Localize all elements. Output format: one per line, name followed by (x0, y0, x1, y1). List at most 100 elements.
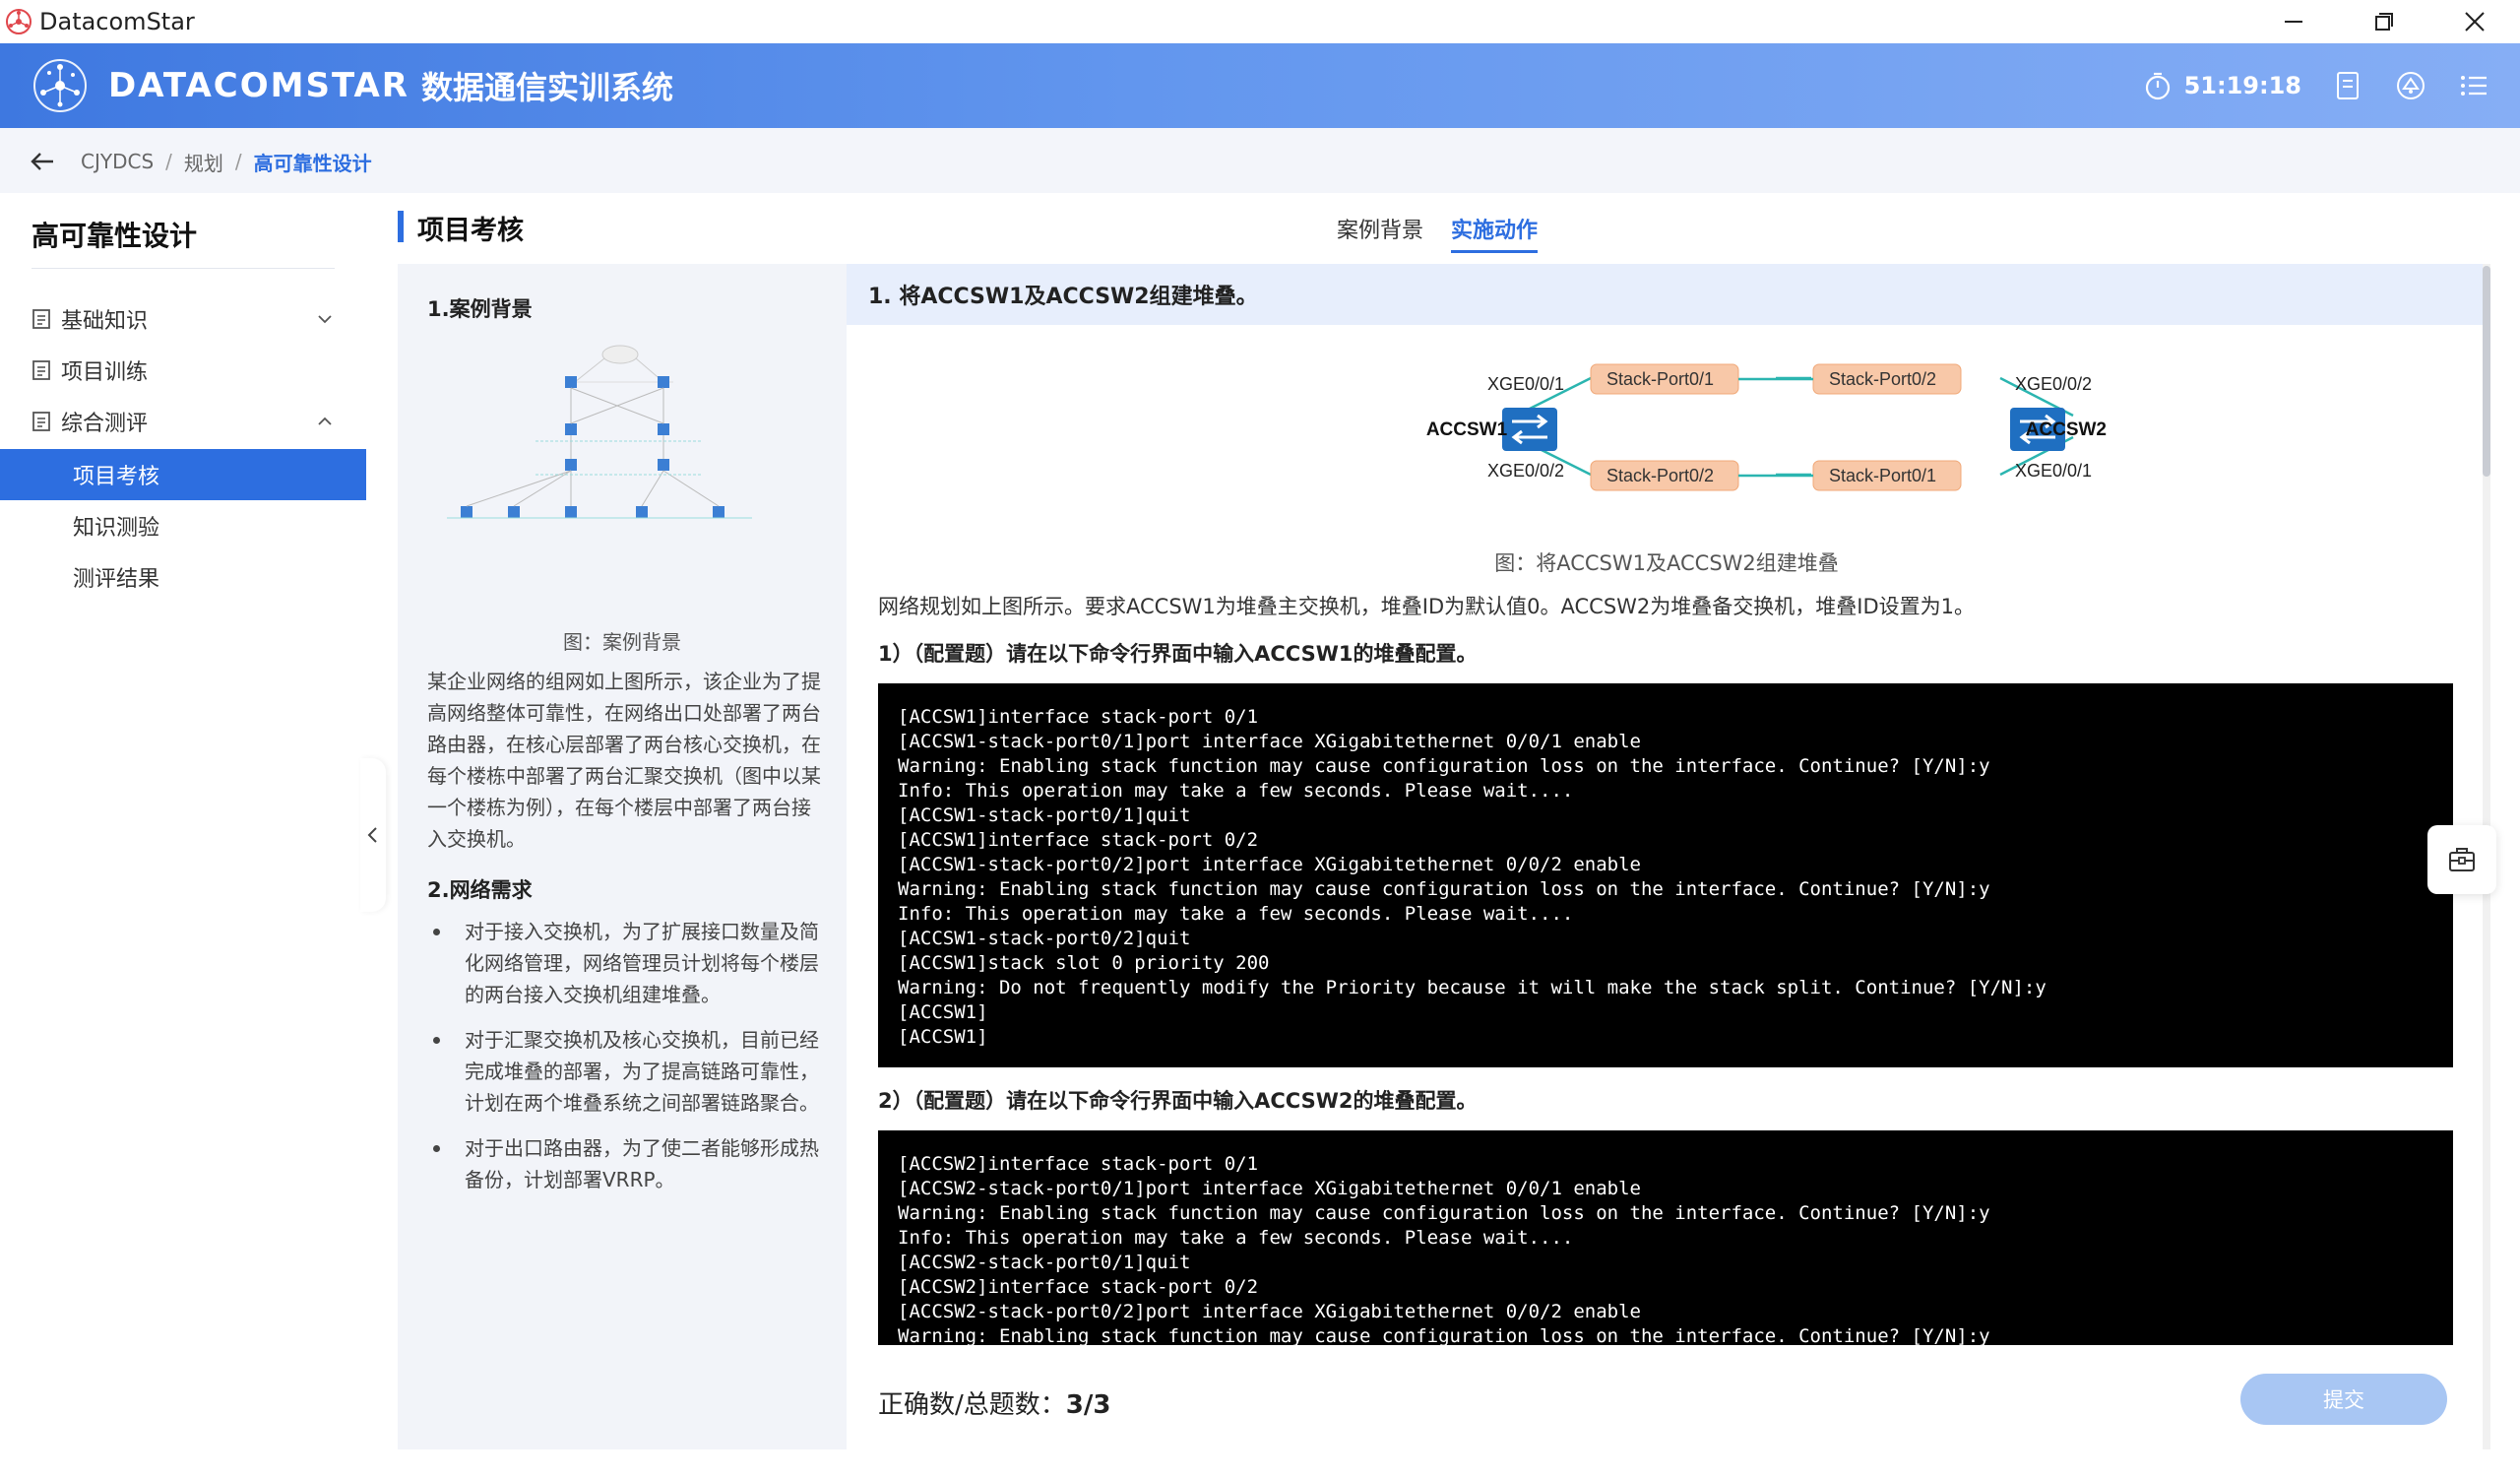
terminal-line: [ACCSW2-stack-port0/2]port interface XGi… (898, 1301, 1641, 1322)
terminal-line: [ACCSW1-stack-port0/1]port interface XGi… (898, 731, 1641, 752)
submit-button[interactable]: 提交 (2240, 1374, 2447, 1425)
sidebar-item-training[interactable]: 项目训练 (0, 345, 366, 396)
case-background-panel: 1.案例背景 图：案例背景 某企业网络的组网如上图所示，该企业为了提高网络整体可… (398, 264, 847, 1449)
list-item: 对于接入交换机，为了扩展接口数量及简化网络管理，网络管理员计划将每个楼层的两台接… (427, 916, 827, 1010)
tab-bar: 案例背景 实施动作 (1337, 213, 1539, 253)
minimize-button[interactable] (2248, 0, 2339, 43)
document-icon (32, 360, 50, 380)
stack-port-label: Stack-Port0/2 (1829, 369, 1936, 389)
sidebar-item-basics[interactable]: 基础知识 (0, 293, 366, 345)
sidebar-item-label: 测评结果 (73, 567, 160, 592)
sidebar-divider (32, 268, 335, 269)
document-icon (32, 412, 50, 431)
terminal-line: [ACCSW1-stack-port0/1]quit (898, 804, 1191, 826)
sidebar-item-label: 综合测评 (61, 412, 149, 436)
requirements-list: 对于接入交换机，为了扩展接口数量及简化网络管理，网络管理员计划将每个楼层的两台接… (427, 916, 827, 1209)
breadcrumb-separator: / (165, 150, 172, 173)
stack-port-label: Stack-Port0/2 (1606, 466, 1714, 485)
terminal-line: Warning: Enabling stack function may cau… (898, 1325, 1990, 1345)
port-label: XGE0/0/1 (2015, 461, 2092, 481)
app-logo-icon (6, 9, 32, 34)
terminal-line: Info: This operation may take a few seco… (898, 1227, 1574, 1249)
chevron-left-icon (367, 827, 377, 843)
restore-icon (2375, 13, 2393, 31)
notes-icon[interactable] (2331, 69, 2364, 102)
task-title-bar: 1. 将ACCSW1及ACCSW2组建堆叠。 (847, 264, 2487, 325)
sidebar-title: 高可靠性设计 (32, 220, 198, 252)
app-header: DATACOMSTAR 数据通信实训系统 51:19:18 (0, 43, 2520, 128)
menu-icon[interactable] (2457, 69, 2490, 102)
breadcrumb-item-planning[interactable]: 规划 (184, 148, 223, 176)
sidebar-item-knowledge-quiz[interactable]: 知识测验 (0, 500, 366, 551)
terminal-line: [ACCSW1] (898, 1026, 988, 1048)
requirements-heading: 2.网络需求 (427, 878, 533, 902)
score-value: 3/3 (1065, 1390, 1111, 1420)
sidebar-item-results[interactable]: 测评结果 (0, 551, 366, 603)
breadcrumb-item-current: 高可靠性设计 (253, 151, 372, 175)
briefcase-tool-icon (2449, 848, 2475, 871)
cli-terminal-accsw2[interactable]: [ACCSW2]interface stack-port 0/1 [ACCSW2-… (878, 1130, 2453, 1345)
question-1-title: 1）（配置题）请在以下命令行界面中输入ACCSW1的堆叠配置。 (878, 642, 1478, 666)
breadcrumb-separator: / (234, 150, 242, 173)
chevron-up-icon (318, 417, 332, 425)
terminal-line: [ACCSW2]interface stack-port 0/1 (898, 1153, 1259, 1175)
timer-value: 51:19:18 (2183, 72, 2301, 99)
sidebar-item-label: 知识测验 (73, 516, 160, 541)
sidebar-item-project-exam[interactable]: 项目考核 (0, 449, 366, 500)
stack-port-label: Stack-Port0/1 (1829, 466, 1936, 485)
terminal-line: Warning: Enabling stack function may cau… (898, 878, 1990, 900)
port-label: XGE0/0/2 (2015, 374, 2092, 394)
sidebar-item-label: 项目考核 (73, 465, 160, 489)
terminal-line: [ACCSW1] (898, 1001, 988, 1023)
stack-topology-diagram: Stack-Port0/1 Stack-Port0/2 Stack-Port0/… (1426, 363, 2107, 491)
brand-subtitle: 数据通信实训系统 (421, 69, 674, 106)
diagram-caption: 图：将ACCSW1及ACCSW2组建堆叠 (1494, 551, 1839, 575)
sidebar-collapse-handle[interactable] (360, 758, 386, 912)
breadcrumb-item-cjydcs[interactable]: CJYDCS (81, 150, 154, 173)
section-title: 项目考核 (417, 216, 524, 246)
restore-button[interactable] (2339, 0, 2429, 43)
document-icon (32, 309, 50, 329)
breadcrumb: CJYDCS / 规划 / 高可靠性设计 (30, 144, 372, 179)
case-description: 某企业网络的组网如上图所示，该企业为了提高网络整体可靠性，在网络出口处部署了两台… (427, 670, 821, 851)
score-display: 正确数/总题数：3/3 (878, 1384, 1110, 1421)
score-label: 正确数/总题数： (878, 1390, 1066, 1420)
terminal-line: [ACCSW1-stack-port0/2]port interface XGi… (898, 854, 1641, 875)
sidebar-item-label: 基础知识 (61, 309, 149, 334)
case-heading: 1.案例背景 (427, 297, 533, 321)
terminal-line: [ACCSW2-stack-port0/1]port interface XGi… (898, 1178, 1641, 1199)
stack-port-label: Stack-Port0/1 (1606, 369, 1714, 389)
floating-tool-button[interactable] (2427, 825, 2496, 894)
port-label: XGE0/0/1 (1487, 374, 1564, 394)
terminal-line: Warning: Enabling stack function may cau… (898, 755, 1990, 777)
brand-name: DATACOMSTAR (108, 66, 410, 105)
scrollbar-thumb[interactable] (2483, 266, 2490, 477)
close-button[interactable] (2429, 0, 2520, 43)
sidebar: 高可靠性设计 基础知识 项目训练 综合测评 项目考核 知识测验 测评结果 (0, 193, 366, 1479)
tab-case-background[interactable]: 案例背景 (1337, 213, 1423, 253)
chevron-down-icon (318, 315, 332, 324)
question-2-title: 2）（配置题）请在以下命令行界面中输入ACCSW2的堆叠配置。 (878, 1089, 1478, 1113)
exam-timer: 51:19:18 (2143, 71, 2301, 100)
port-label: XGE0/0/2 (1487, 461, 1564, 481)
terminal-line: [ACCSW1]stack slot 0 priority 200 (898, 952, 1270, 974)
close-icon (2465, 12, 2485, 32)
sidebar-item-assessment[interactable]: 综合测评 (0, 396, 366, 447)
switch-label-accsw1: ACCSW1 (1426, 419, 1508, 440)
terminal-line: [ACCSW2]interface stack-port 0/2 (898, 1276, 1259, 1298)
app-name: DatacomStar (39, 8, 195, 35)
case-figure-caption: 图：案例背景 (563, 630, 681, 654)
back-arrow-icon[interactable] (30, 151, 55, 172)
tab-implementation[interactable]: 实施动作 (1451, 213, 1539, 253)
brand-logo-icon (33, 59, 87, 112)
assistant-icon[interactable] (2394, 69, 2427, 102)
minimize-icon (2285, 21, 2302, 23)
terminal-line: [ACCSW1-stack-port0/2]quit (898, 928, 1191, 949)
case-topology-figure[interactable] (427, 343, 821, 530)
cli-terminal-accsw1[interactable]: [ACCSW1]interface stack-port 0/1 [ACCSW1-… (878, 683, 2453, 1067)
task-title: 1. 将ACCSW1及ACCSW2组建堆叠。 (868, 285, 1258, 309)
terminal-line: [ACCSW2-stack-port0/1]quit (898, 1252, 1191, 1273)
sidebar-item-label: 项目训练 (61, 360, 149, 385)
terminal-line: [ACCSW1]interface stack-port 0/2 (898, 829, 1259, 851)
list-item: 对于出口路由器，为了使二者能够形成热备份，计划部署VRRP。 (427, 1132, 827, 1195)
